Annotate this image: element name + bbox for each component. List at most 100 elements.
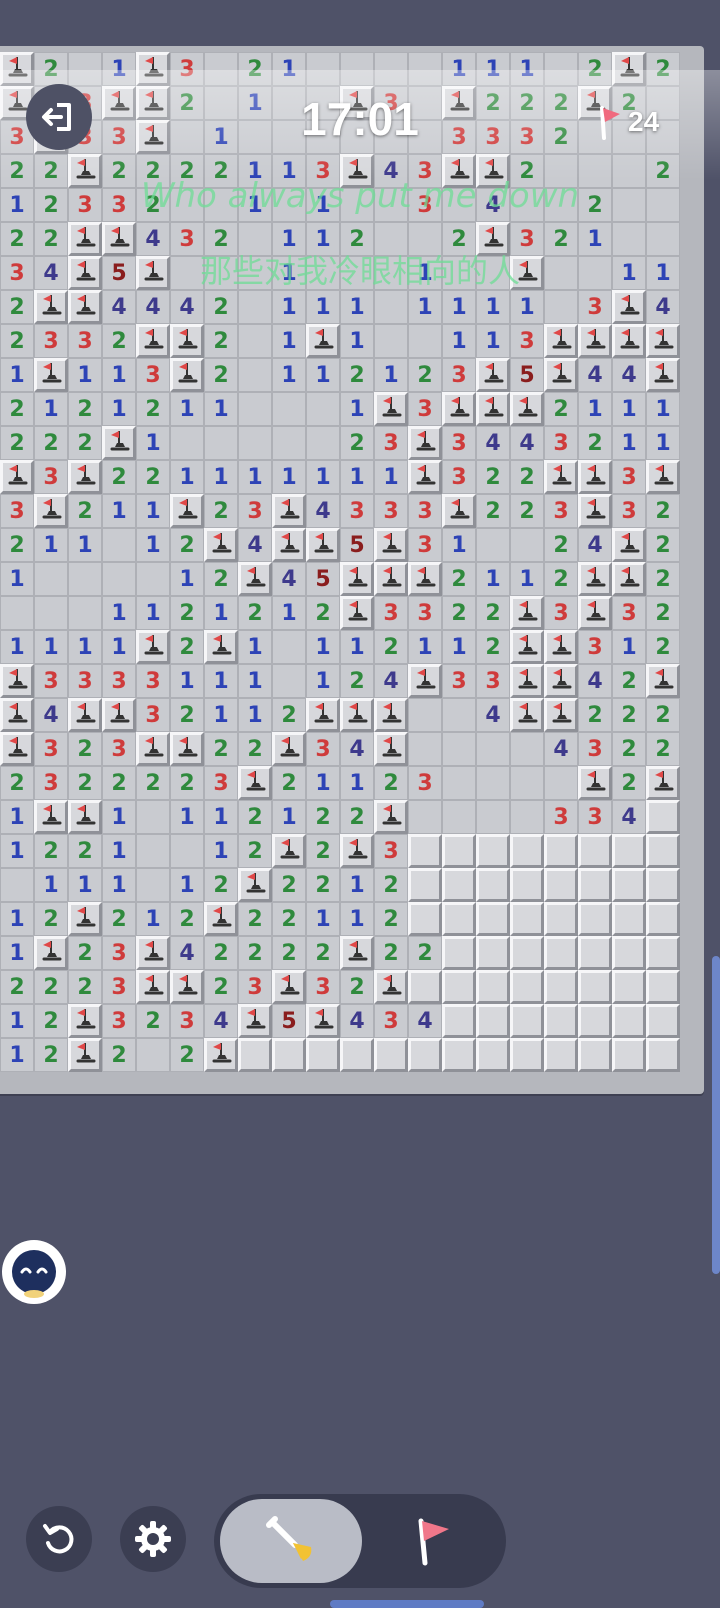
flag-mode-button[interactable]: [362, 1499, 502, 1583]
flagged-cell[interactable]: [68, 800, 102, 834]
unrevealed-cell[interactable]: [612, 834, 646, 868]
flagged-cell[interactable]: [170, 732, 204, 766]
unrevealed-cell[interactable]: [442, 970, 476, 1004]
flagged-cell[interactable]: [68, 460, 102, 494]
flagged-cell[interactable]: [476, 358, 510, 392]
unrevealed-cell[interactable]: [476, 1038, 510, 1072]
settings-button[interactable]: [120, 1506, 186, 1572]
unrevealed-cell[interactable]: [544, 1004, 578, 1038]
flagged-cell[interactable]: [0, 698, 34, 732]
flagged-cell[interactable]: [306, 528, 340, 562]
unrevealed-cell[interactable]: [408, 902, 442, 936]
flagged-cell[interactable]: [0, 732, 34, 766]
flagged-cell[interactable]: [204, 1038, 238, 1072]
unrevealed-cell[interactable]: [578, 1038, 612, 1072]
flagged-cell[interactable]: [34, 936, 68, 970]
unrevealed-cell[interactable]: [646, 1004, 680, 1038]
unrevealed-cell[interactable]: [646, 936, 680, 970]
unrevealed-cell[interactable]: [612, 868, 646, 902]
flagged-cell[interactable]: [578, 596, 612, 630]
unrevealed-cell[interactable]: [374, 1038, 408, 1072]
flagged-cell[interactable]: [646, 664, 680, 698]
mascot-avatar[interactable]: [2, 1240, 66, 1304]
unrevealed-cell[interactable]: [544, 868, 578, 902]
flagged-cell[interactable]: [374, 562, 408, 596]
flagged-cell[interactable]: [272, 732, 306, 766]
unrevealed-cell[interactable]: [646, 800, 680, 834]
unrevealed-cell[interactable]: [578, 970, 612, 1004]
flagged-cell[interactable]: [578, 324, 612, 358]
unrevealed-cell[interactable]: [544, 1038, 578, 1072]
flagged-cell[interactable]: [68, 1004, 102, 1038]
flagged-cell[interactable]: [510, 392, 544, 426]
flagged-cell[interactable]: [374, 528, 408, 562]
flagged-cell[interactable]: [68, 290, 102, 324]
flagged-cell[interactable]: [612, 324, 646, 358]
unrevealed-cell[interactable]: [408, 970, 442, 1004]
unrevealed-cell[interactable]: [442, 834, 476, 868]
flagged-cell[interactable]: [374, 392, 408, 426]
unrevealed-cell[interactable]: [612, 936, 646, 970]
unrevealed-cell[interactable]: [646, 868, 680, 902]
flagged-cell[interactable]: [68, 698, 102, 732]
unrevealed-cell[interactable]: [510, 1038, 544, 1072]
flagged-cell[interactable]: [136, 324, 170, 358]
flagged-cell[interactable]: [306, 324, 340, 358]
flagged-cell[interactable]: [408, 562, 442, 596]
flagged-cell[interactable]: [510, 596, 544, 630]
flagged-cell[interactable]: [442, 392, 476, 426]
unrevealed-cell[interactable]: [544, 834, 578, 868]
flagged-cell[interactable]: [476, 392, 510, 426]
unrevealed-cell[interactable]: [510, 868, 544, 902]
unrevealed-cell[interactable]: [544, 970, 578, 1004]
unrevealed-cell[interactable]: [612, 902, 646, 936]
flagged-cell[interactable]: [136, 970, 170, 1004]
flagged-cell[interactable]: [170, 358, 204, 392]
flagged-cell[interactable]: [102, 698, 136, 732]
flagged-cell[interactable]: [340, 698, 374, 732]
flagged-cell[interactable]: [272, 834, 306, 868]
scrollbar[interactable]: [712, 956, 720, 1274]
flagged-cell[interactable]: [646, 766, 680, 800]
unrevealed-cell[interactable]: [272, 1038, 306, 1072]
flagged-cell[interactable]: [646, 460, 680, 494]
unrevealed-cell[interactable]: [510, 902, 544, 936]
unrevealed-cell[interactable]: [612, 1038, 646, 1072]
flagged-cell[interactable]: [612, 528, 646, 562]
flagged-cell[interactable]: [408, 426, 442, 460]
flagged-cell[interactable]: [544, 460, 578, 494]
flagged-cell[interactable]: [272, 970, 306, 1004]
flagged-cell[interactable]: [204, 528, 238, 562]
flagged-cell[interactable]: [578, 460, 612, 494]
unrevealed-cell[interactable]: [476, 1004, 510, 1038]
flagged-cell[interactable]: [170, 494, 204, 528]
flagged-cell[interactable]: [510, 698, 544, 732]
unrevealed-cell[interactable]: [442, 1038, 476, 1072]
flagged-cell[interactable]: [136, 630, 170, 664]
unrevealed-cell[interactable]: [510, 1004, 544, 1038]
unrevealed-cell[interactable]: [510, 834, 544, 868]
unrevealed-cell[interactable]: [612, 1004, 646, 1038]
flagged-cell[interactable]: [0, 664, 34, 698]
flagged-cell[interactable]: [204, 630, 238, 664]
flagged-cell[interactable]: [34, 358, 68, 392]
flagged-cell[interactable]: [578, 766, 612, 800]
flagged-cell[interactable]: [170, 324, 204, 358]
flagged-cell[interactable]: [136, 732, 170, 766]
unrevealed-cell[interactable]: [578, 936, 612, 970]
unrevealed-cell[interactable]: [476, 970, 510, 1004]
flagged-cell[interactable]: [238, 766, 272, 800]
unrevealed-cell[interactable]: [578, 902, 612, 936]
unrevealed-cell[interactable]: [544, 902, 578, 936]
flagged-cell[interactable]: [272, 528, 306, 562]
flagged-cell[interactable]: [34, 290, 68, 324]
flagged-cell[interactable]: [544, 324, 578, 358]
unrevealed-cell[interactable]: [646, 834, 680, 868]
flagged-cell[interactable]: [408, 460, 442, 494]
unrevealed-cell[interactable]: [442, 868, 476, 902]
flagged-cell[interactable]: [238, 868, 272, 902]
unrevealed-cell[interactable]: [476, 902, 510, 936]
flagged-cell[interactable]: [340, 834, 374, 868]
unrevealed-cell[interactable]: [340, 1038, 374, 1072]
flagged-cell[interactable]: [374, 970, 408, 1004]
